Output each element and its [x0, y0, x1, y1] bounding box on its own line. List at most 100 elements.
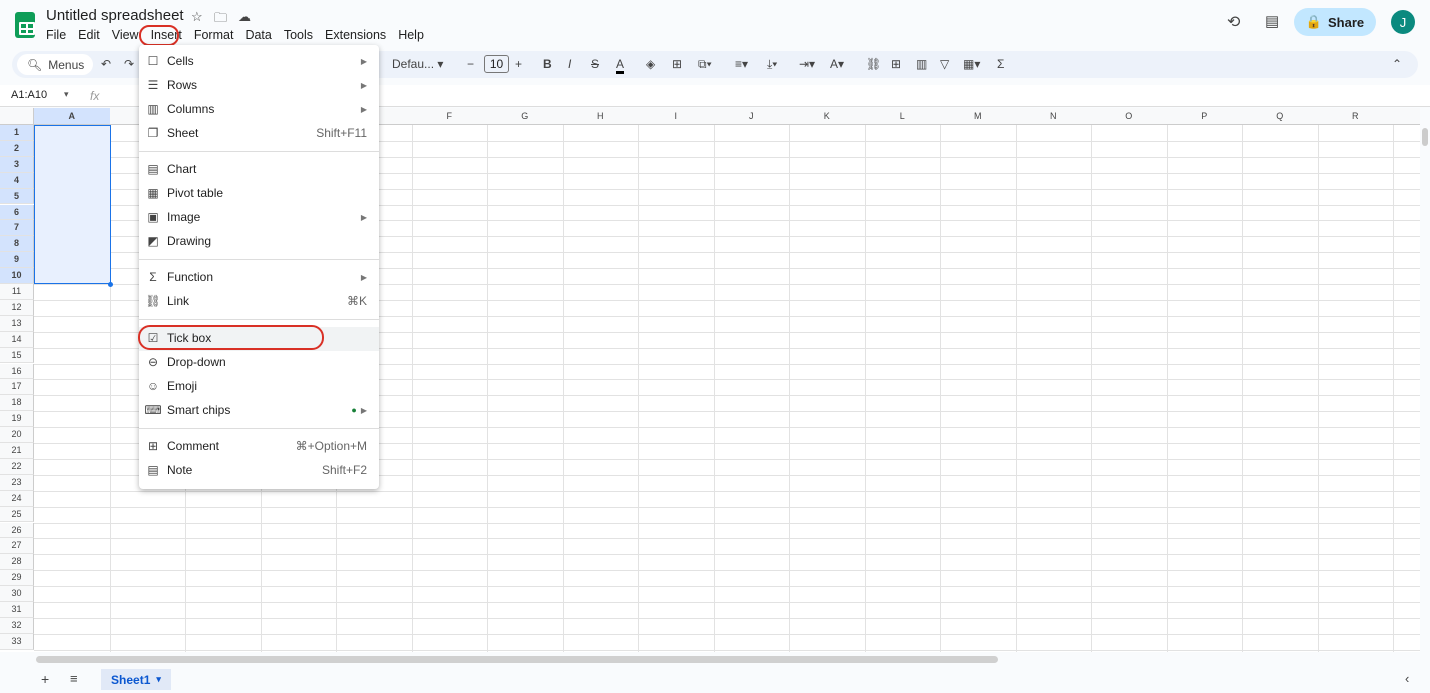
name-box-dropdown-icon[interactable]: ▾ — [64, 89, 69, 100]
bold-icon[interactable]: B — [543, 57, 552, 71]
undo-icon[interactable]: ↶ — [101, 57, 111, 71]
row-header[interactable]: 33 — [0, 633, 34, 650]
column-header[interactable]: A — [34, 108, 111, 125]
menu-item-link[interactable]: ⛓ Link ⌘K — [139, 290, 379, 312]
row-header[interactable]: 31 — [0, 602, 34, 618]
fill-color-icon[interactable]: ◈ — [646, 57, 655, 71]
menu-item-function[interactable]: Σ Function ▶ — [139, 266, 379, 288]
menus-search[interactable]: 🔍︎ Menus — [17, 54, 93, 75]
row-header[interactable]: 17 — [0, 379, 34, 396]
font-size-input[interactable]: 10 — [484, 55, 509, 73]
row-header[interactable]: 24 — [0, 490, 34, 507]
row-header[interactable]: 13 — [0, 315, 34, 332]
row-header[interactable]: 5 — [0, 188, 34, 205]
row-header[interactable]: 19 — [0, 411, 34, 428]
column-header[interactable]: F — [411, 108, 488, 125]
row-header[interactable]: 7 — [0, 220, 34, 237]
row-header[interactable]: 15 — [0, 347, 34, 364]
explore-collapse-icon[interactable]: ‹ — [1405, 671, 1409, 686]
link-icon[interactable]: ⛓ — [866, 57, 881, 71]
decrease-font-icon[interactable]: − — [467, 57, 474, 71]
strikethrough-icon[interactable]: S — [591, 57, 599, 71]
menu-item-rows[interactable]: ☰ Rows ▶ — [139, 74, 379, 96]
menu-item-smart-chips[interactable]: ⌨ Smart chips ● ▶ — [139, 399, 379, 421]
increase-font-icon[interactable]: + — [515, 57, 522, 71]
menu-help[interactable]: Help — [392, 28, 430, 42]
italic-icon[interactable]: I — [568, 57, 571, 71]
column-header[interactable]: G — [487, 108, 564, 125]
select-all-corner[interactable] — [0, 108, 34, 125]
horizontal-scrollbar[interactable] — [36, 656, 998, 663]
filter-views-icon[interactable]: ▦▾ — [963, 57, 980, 71]
font-select[interactable]: Defau... ▾ — [392, 57, 443, 71]
row-header[interactable]: 29 — [0, 570, 34, 587]
column-header[interactable]: I — [638, 108, 715, 125]
version-history-icon[interactable]: ⟲ — [1227, 12, 1240, 32]
filter-icon[interactable]: ▽ — [940, 57, 949, 71]
row-header[interactable]: 6 — [0, 204, 34, 221]
row-header[interactable]: 10 — [0, 268, 34, 284]
avatar[interactable]: J — [1391, 10, 1415, 34]
menu-tools[interactable]: Tools — [278, 28, 319, 42]
add-sheet-icon[interactable]: + — [41, 671, 49, 687]
menu-item-comment[interactable]: ⊞ Comment ⌘+Option+M — [139, 435, 379, 457]
sheets-logo[interactable] — [15, 12, 35, 38]
menu-item-cells[interactable]: ☐ Cells ▶ — [139, 50, 379, 72]
menu-format[interactable]: Format — [188, 28, 240, 42]
sheet-tab[interactable]: Sheet1 ▾ — [101, 669, 171, 690]
row-header[interactable]: 26 — [0, 522, 34, 539]
row-header[interactable]: 21 — [0, 443, 34, 459]
name-box[interactable]: A1:A10 — [11, 89, 47, 101]
column-header[interactable]: M — [940, 108, 1017, 125]
insert-comment-icon[interactable]: ⊞ — [891, 57, 901, 71]
row-header[interactable]: 8 — [0, 236, 34, 253]
row-header[interactable]: 11 — [0, 284, 34, 300]
row-header[interactable]: 1 — [0, 125, 34, 141]
functions-icon[interactable]: Σ — [997, 57, 1004, 71]
row-header[interactable]: 22 — [0, 458, 34, 475]
collapse-toolbar-icon[interactable]: ⌃ — [1392, 57, 1402, 71]
row-header[interactable]: 18 — [0, 395, 34, 412]
borders-icon[interactable]: ⊞ — [672, 57, 682, 71]
merge-cells-icon[interactable]: ⧉▾ — [698, 57, 712, 72]
row-header[interactable]: 23 — [0, 474, 34, 491]
column-header[interactable]: L — [864, 108, 941, 125]
text-color-icon[interactable]: A — [616, 57, 625, 74]
column-header[interactable]: P — [1166, 108, 1243, 125]
star-icon[interactable]: ☆ — [191, 9, 203, 25]
vertical-scrollbar[interactable] — [1422, 128, 1428, 146]
column-header[interactable]: J — [713, 108, 790, 125]
share-button[interactable]: 🔒 Share — [1294, 8, 1376, 36]
row-header[interactable]: 27 — [0, 538, 34, 555]
cloud-status-icon[interactable]: ☁ — [238, 9, 251, 25]
all-sheets-icon[interactable]: ≡ — [70, 671, 78, 686]
menu-item-columns[interactable]: ▥ Columns ▶ — [139, 98, 379, 120]
doc-title[interactable]: Untitled spreadsheet — [46, 7, 184, 24]
redo-icon[interactable]: ↷ — [124, 57, 134, 71]
column-header[interactable]: O — [1091, 108, 1168, 125]
row-header[interactable]: 12 — [0, 299, 34, 316]
row-header[interactable]: 9 — [0, 252, 34, 269]
menu-item-drop-down[interactable]: ⊖ Drop-down — [139, 351, 379, 373]
row-header[interactable]: 14 — [0, 331, 34, 348]
menu-item-note[interactable]: ▤ Note Shift+F2 — [139, 459, 379, 481]
row-header[interactable]: 28 — [0, 554, 34, 571]
column-header[interactable]: R — [1317, 108, 1394, 125]
sheet-tab-dropdown-icon[interactable]: ▾ — [156, 674, 161, 685]
column-header[interactable] — [1393, 108, 1420, 125]
fill-handle[interactable] — [108, 282, 113, 287]
column-header[interactable]: K — [789, 108, 866, 125]
column-header[interactable]: H — [562, 108, 639, 125]
row-header[interactable]: 20 — [0, 427, 34, 443]
align-icon[interactable]: ≡▾ — [735, 57, 748, 71]
menu-item-pivot-table[interactable]: ▦ Pivot table — [139, 182, 379, 204]
row-header[interactable]: 4 — [0, 172, 34, 189]
row-header[interactable]: 30 — [0, 586, 34, 602]
menu-item-sheet[interactable]: ❐ Sheet Shift+F11 — [139, 122, 379, 144]
row-header[interactable]: 25 — [0, 506, 34, 523]
row-header[interactable]: 2 — [0, 140, 34, 157]
menu-file[interactable]: File — [40, 28, 72, 42]
comments-icon[interactable]: ▤ — [1265, 12, 1279, 30]
menu-data[interactable]: Data — [239, 28, 277, 42]
menu-item-image[interactable]: ▣ Image ▶ — [139, 206, 379, 228]
